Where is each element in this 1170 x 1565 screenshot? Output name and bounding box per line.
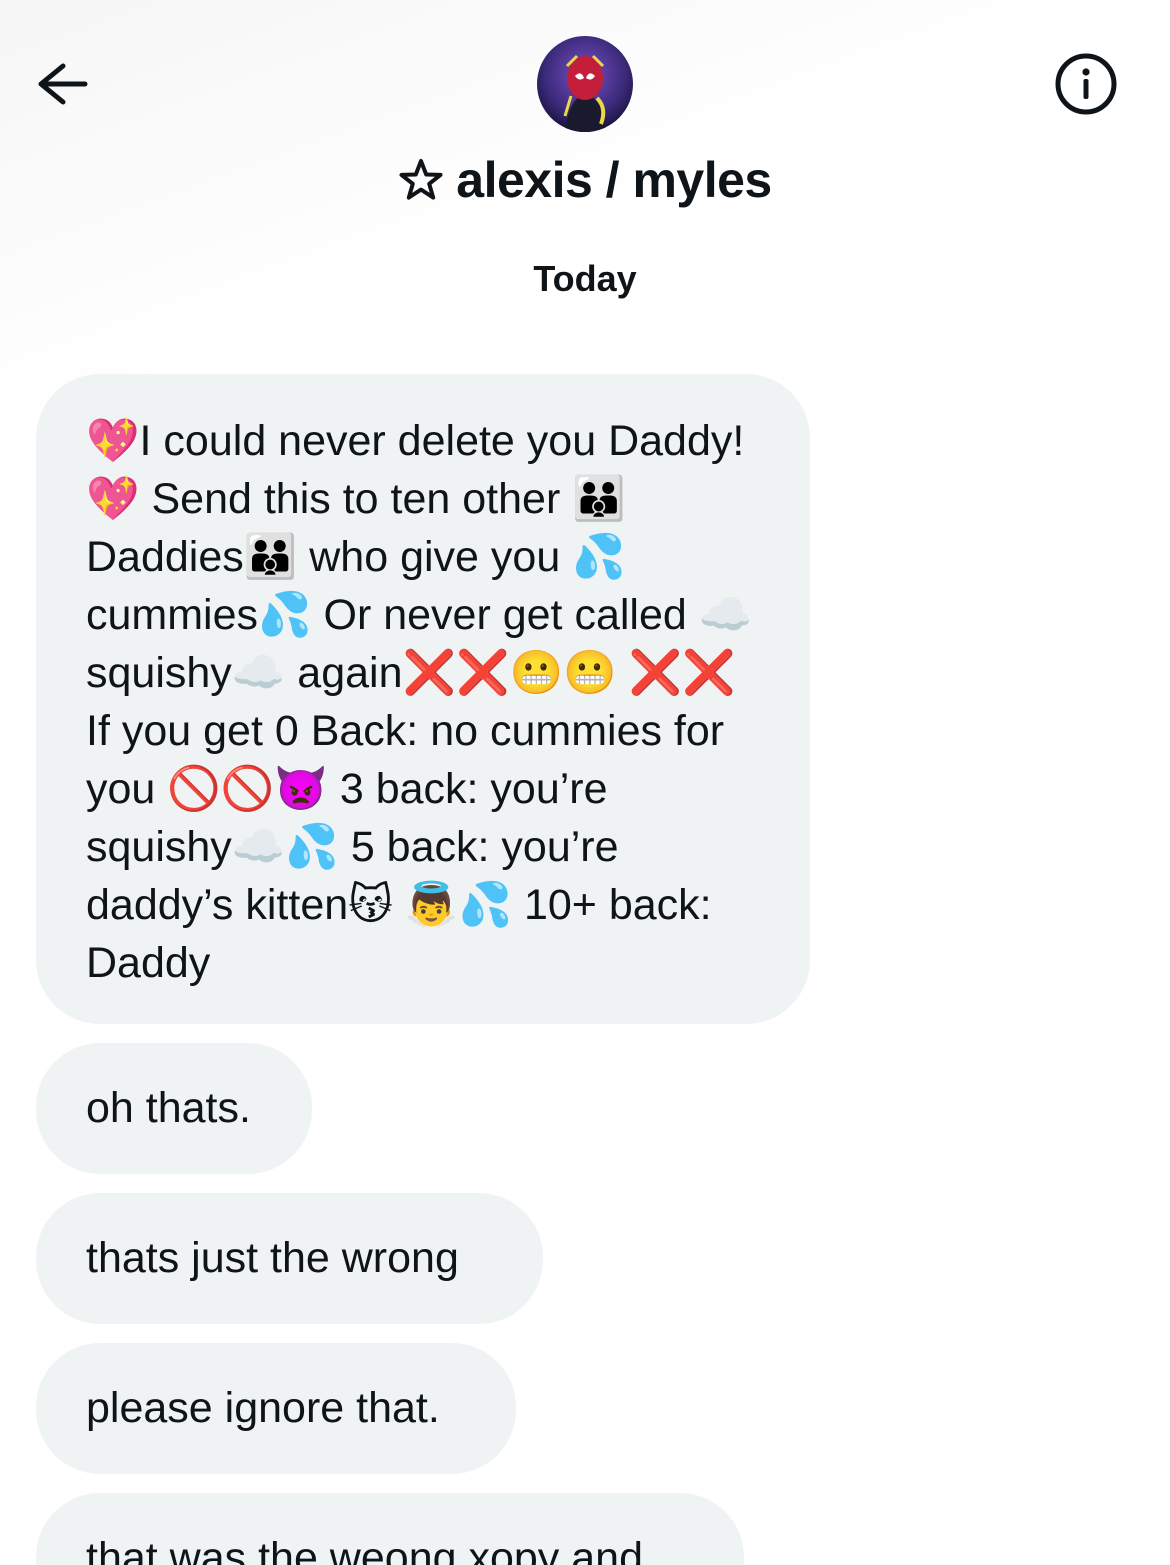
- star-outline-icon: [399, 159, 443, 200]
- info-circle-icon: [1055, 53, 1117, 115]
- conversation-name: alexis / myles: [456, 152, 772, 208]
- message-list: 💖I could never delete you Daddy!💖 Send t…: [36, 374, 836, 1565]
- message-bubble[interactable]: that was the weong xopy and: [36, 1493, 744, 1565]
- message-bubble[interactable]: please ignore that.: [36, 1343, 516, 1474]
- message-bubble[interactable]: 💖I could never delete you Daddy!💖 Send t…: [36, 374, 810, 1024]
- conversation-title: alexis / myles: [0, 148, 1170, 212]
- arrow-left-icon: [38, 63, 88, 105]
- conversation-screen: alexis / myles Today 💖I could never dele…: [0, 0, 1170, 1565]
- date-separator: Today: [533, 258, 637, 299]
- message-bubble[interactable]: thats just the wrong: [36, 1193, 543, 1324]
- info-button[interactable]: [1052, 50, 1120, 118]
- profile-avatar[interactable]: [537, 36, 633, 132]
- back-button[interactable]: [30, 55, 92, 113]
- message-bubble[interactable]: oh thats.: [36, 1043, 312, 1174]
